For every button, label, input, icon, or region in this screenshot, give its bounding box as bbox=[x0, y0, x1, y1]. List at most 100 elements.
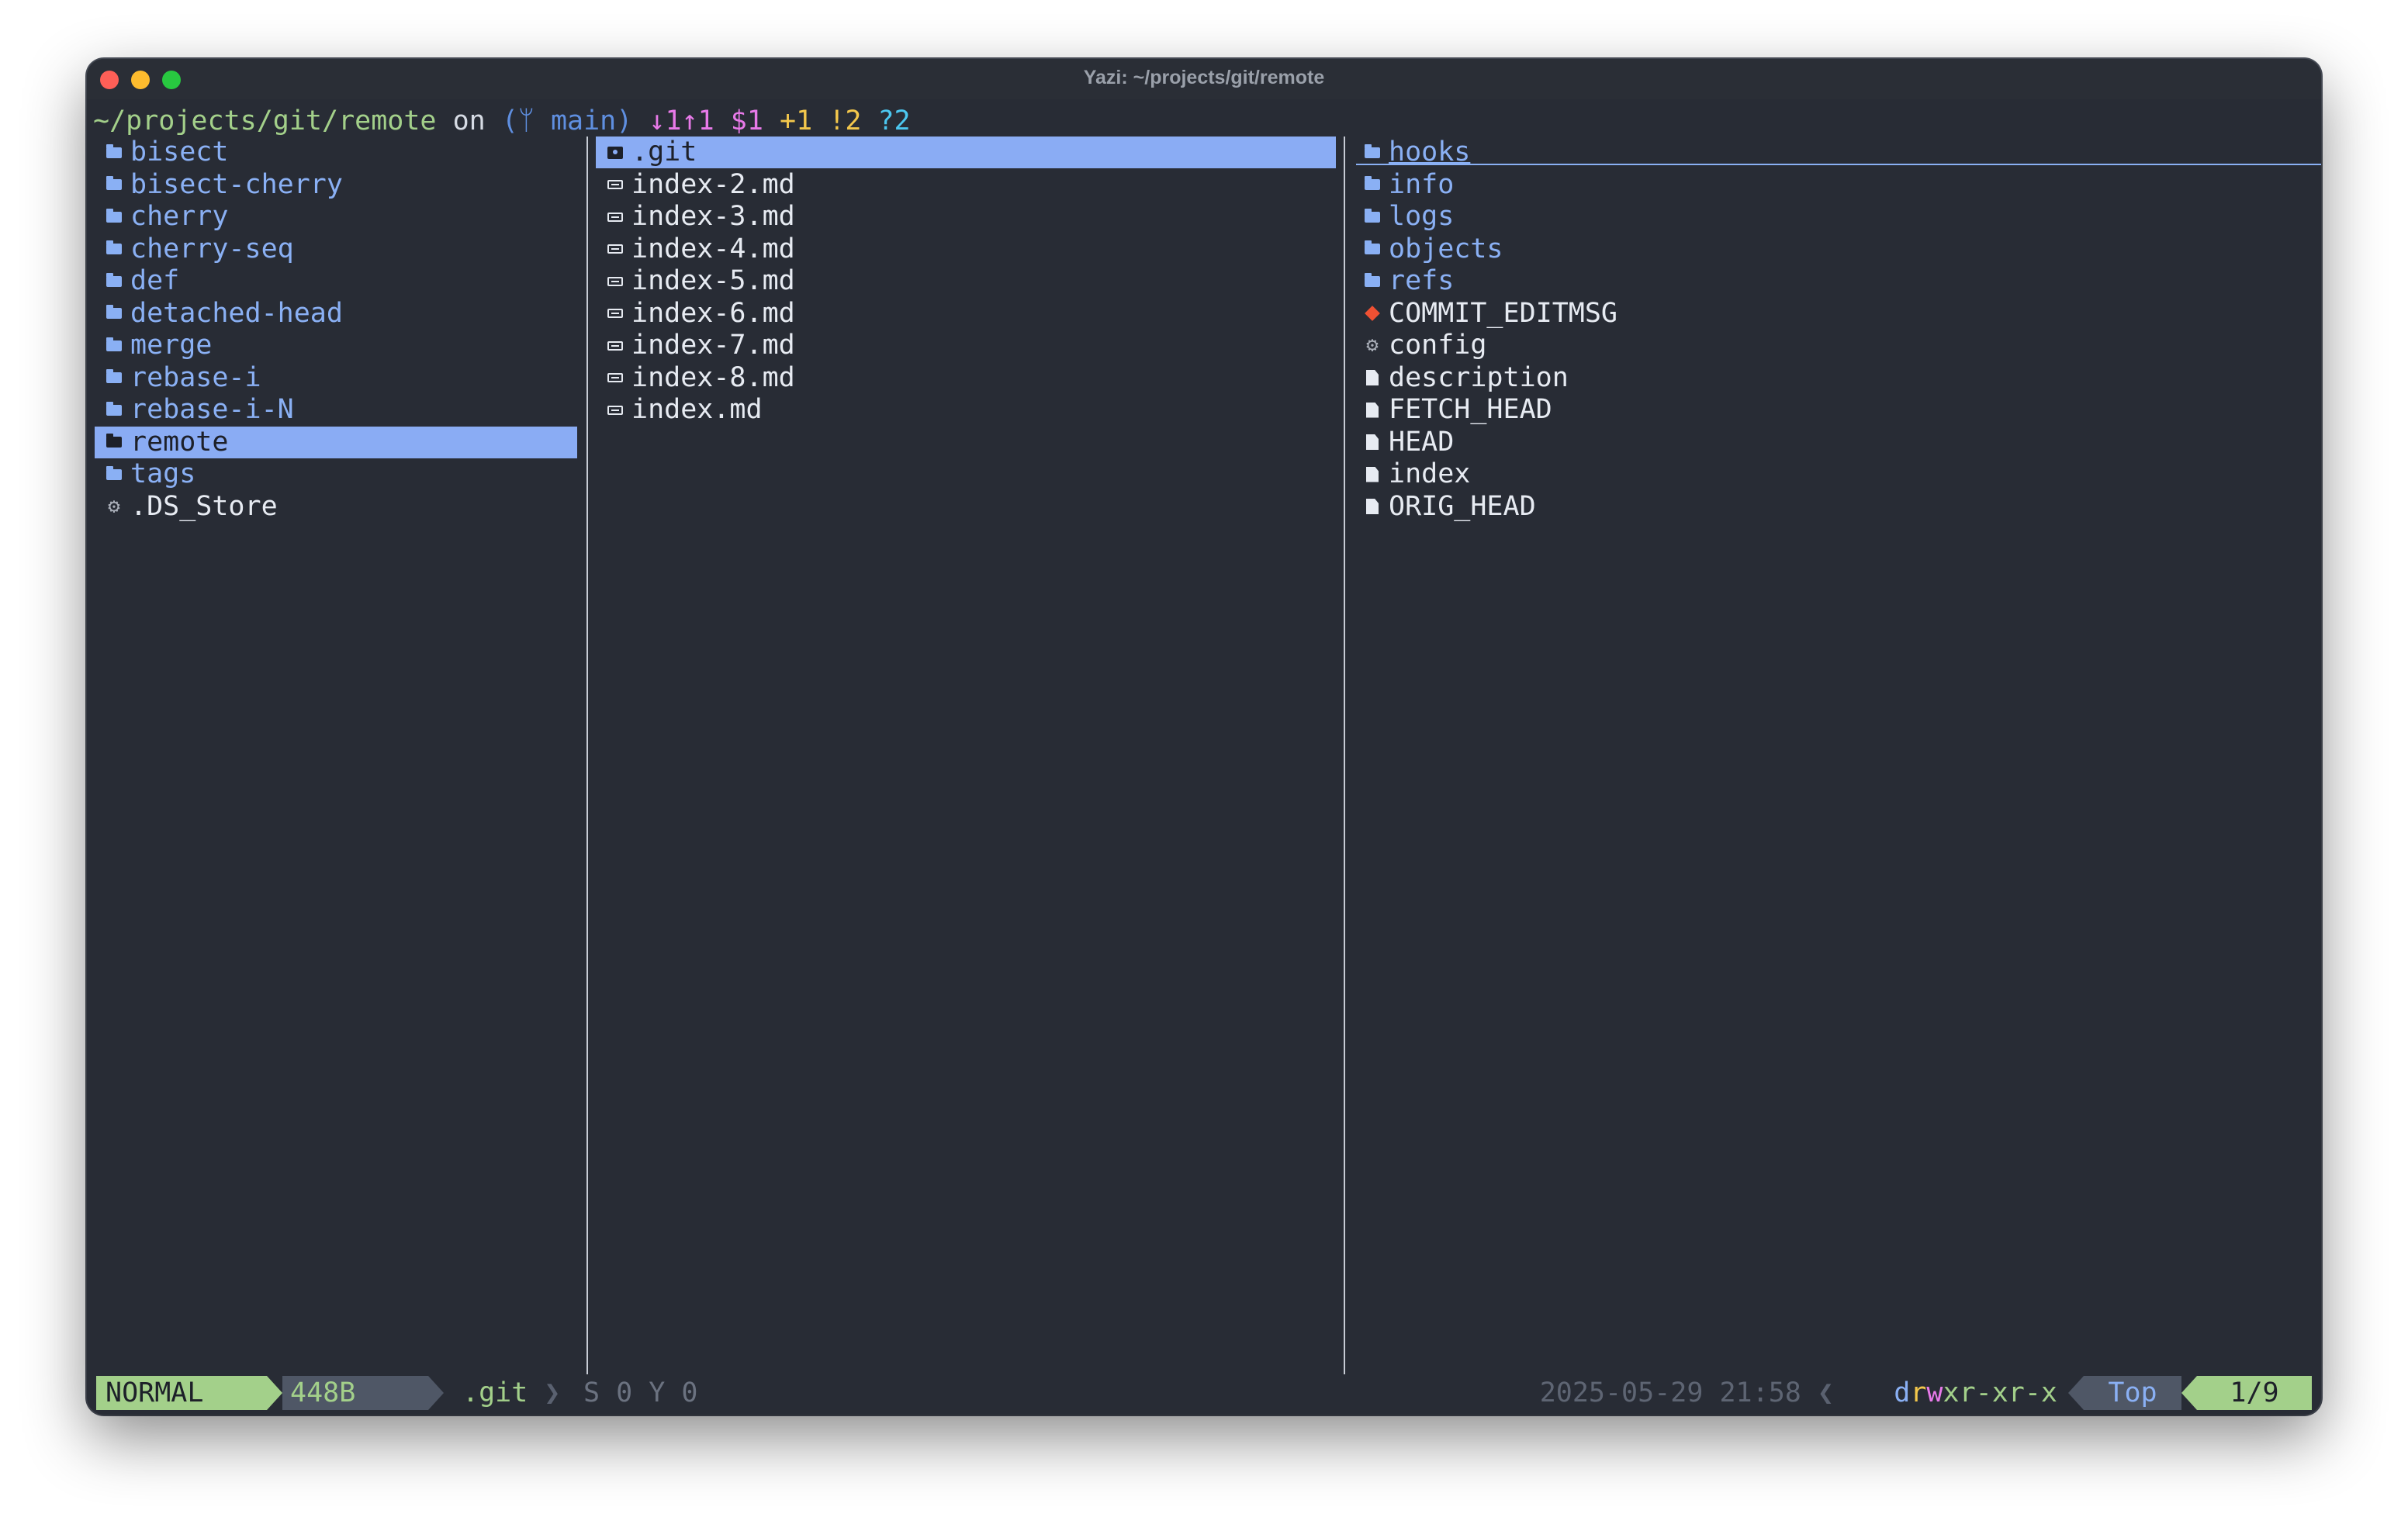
row-label: rebase-i bbox=[130, 361, 261, 393]
current-list-item[interactable]: index-6.md bbox=[596, 298, 1336, 330]
folder-icon bbox=[106, 176, 122, 190]
row-icon bbox=[607, 137, 624, 168]
prompt-path: ~/projects/git/remote bbox=[93, 105, 437, 137]
preview-list-item[interactable]: ⚙ config bbox=[1353, 330, 2315, 361]
chevron-left-icon: ❮ bbox=[1817, 1377, 1834, 1408]
mode-separator bbox=[267, 1376, 282, 1410]
parent-list-item[interactable]: detached-head bbox=[95, 298, 577, 330]
preview-list-item[interactable]: info bbox=[1353, 169, 2315, 201]
row-label: index-7.md bbox=[631, 330, 795, 361]
row-icon bbox=[106, 427, 123, 458]
row-icon bbox=[1364, 298, 1381, 330]
row-label: ORIG_HEAD bbox=[1389, 490, 1536, 522]
size-separator bbox=[428, 1376, 444, 1410]
row-icon bbox=[1364, 362, 1381, 394]
parent-list-item[interactable]: rebase-i-N bbox=[95, 394, 577, 426]
row-label: description bbox=[1389, 361, 1569, 393]
current-list-item[interactable]: index-7.md bbox=[596, 330, 1336, 361]
current-list-item[interactable]: index-2.md bbox=[596, 169, 1336, 201]
scroll-position: Top bbox=[2084, 1376, 2181, 1410]
gear-icon: ⚙ bbox=[108, 494, 120, 518]
row-icon bbox=[1364, 394, 1381, 426]
row-label: bisect bbox=[130, 137, 229, 168]
parent-list-item[interactable]: ⚙ .DS_Store bbox=[95, 491, 577, 523]
row-icon bbox=[106, 201, 123, 233]
window-title: Yazi: ~/projects/git/remote bbox=[1083, 67, 1325, 88]
parent-list-item[interactable]: rebase-i bbox=[95, 362, 577, 394]
row-label: refs bbox=[1389, 265, 1455, 296]
preview-list-item[interactable]: HEAD bbox=[1353, 427, 2315, 458]
parent-list-item[interactable]: def bbox=[95, 265, 577, 297]
parent-list-item[interactable]: merge bbox=[95, 330, 577, 361]
preview-list-item[interactable]: description bbox=[1353, 362, 2315, 394]
parent-list-item[interactable]: cherry bbox=[95, 201, 577, 233]
current-list-item[interactable]: index.md bbox=[596, 394, 1336, 426]
parent-list-item[interactable]: cherry-seq bbox=[95, 233, 577, 265]
preview-list-item[interactable]: objects bbox=[1353, 233, 2315, 265]
current-list-item[interactable]: index-5.md bbox=[596, 265, 1336, 297]
folder-icon bbox=[106, 434, 122, 448]
file-icon bbox=[1366, 466, 1379, 482]
row-label: FETCH_HEAD bbox=[1389, 394, 1552, 425]
row-label: tags bbox=[130, 458, 196, 489]
row-label: index-6.md bbox=[631, 297, 795, 329]
current-list-item[interactable]: .git bbox=[596, 137, 1336, 168]
preview-list-item[interactable]: ORIG_HEAD bbox=[1353, 491, 2315, 523]
selection-yank-counts: S 0 Y 0 bbox=[583, 1377, 698, 1408]
row-label: index-8.md bbox=[631, 361, 795, 393]
folder-icon bbox=[106, 305, 122, 319]
row-label: .DS_Store bbox=[130, 490, 278, 522]
preview-list-item[interactable]: COMMIT_EDITMSG bbox=[1353, 298, 2315, 330]
folder-icon bbox=[106, 240, 122, 254]
preview-list-item[interactable]: hooks bbox=[1353, 137, 2315, 168]
hovered-name: .git ❯ bbox=[462, 1376, 560, 1410]
parent-list-item[interactable]: remote bbox=[95, 426, 577, 458]
prompt-modified: !2 bbox=[829, 105, 862, 137]
row-label: logs bbox=[1389, 201, 1455, 232]
folder-icon bbox=[1365, 272, 1380, 287]
row-icon bbox=[607, 265, 624, 297]
row-label: .git bbox=[631, 137, 697, 168]
row-label: bisect-cherry bbox=[130, 168, 343, 200]
prompt-on: on bbox=[436, 105, 502, 137]
permissions: drwxr-xr-x bbox=[1894, 1376, 2057, 1410]
folder-icon bbox=[106, 143, 122, 158]
row-label: index-4.md bbox=[631, 233, 795, 264]
preview-list-item[interactable]: refs bbox=[1353, 265, 2315, 297]
row-icon bbox=[1364, 137, 1381, 168]
folder-icon bbox=[1365, 240, 1380, 254]
row-label: remote bbox=[130, 426, 229, 458]
current-list-item[interactable]: index-4.md bbox=[596, 233, 1336, 265]
row-icon: ⚙ bbox=[1364, 330, 1381, 361]
perm-owner-exec: x bbox=[1943, 1377, 1960, 1408]
preview-list-item[interactable]: FETCH_HEAD bbox=[1353, 394, 2315, 426]
row-label: info bbox=[1389, 168, 1455, 200]
preview-list-item[interactable]: index bbox=[1353, 458, 2315, 490]
parent-list-item[interactable]: bisect bbox=[95, 137, 577, 168]
mode-indicator: NORMAL bbox=[96, 1376, 267, 1410]
parent-list-item[interactable]: tags bbox=[95, 458, 577, 490]
row-icon bbox=[1364, 427, 1381, 458]
current-list-item[interactable]: index-3.md bbox=[596, 201, 1336, 233]
terminal-window: Yazi: ~/projects/git/remote ~/projects/g… bbox=[87, 59, 2321, 1415]
row-icon bbox=[106, 458, 123, 490]
row-icon bbox=[1364, 491, 1381, 523]
row-icon bbox=[1364, 458, 1381, 490]
preview-list-item[interactable]: logs bbox=[1353, 201, 2315, 233]
datetime-text: 2025-05-29 21:58 bbox=[1539, 1377, 1801, 1408]
file-size: 448B bbox=[282, 1376, 428, 1410]
row-label: def bbox=[130, 265, 180, 296]
counter-separator bbox=[2181, 1376, 2197, 1410]
row-icon bbox=[607, 362, 624, 394]
row-label: index-5.md bbox=[631, 265, 795, 296]
prompt-staged: +1 bbox=[780, 105, 813, 137]
perm-owner-read: r bbox=[1910, 1377, 1927, 1408]
row-icon bbox=[1364, 201, 1381, 233]
row-label: index-3.md bbox=[631, 201, 795, 232]
item-counter: 1/9 bbox=[2197, 1376, 2312, 1410]
folder-icon bbox=[106, 208, 122, 223]
parent-list-item[interactable]: bisect-cherry bbox=[95, 169, 577, 201]
row-icon bbox=[607, 233, 624, 265]
current-list-item[interactable]: index-8.md bbox=[596, 362, 1336, 394]
folder-icon bbox=[106, 465, 122, 480]
